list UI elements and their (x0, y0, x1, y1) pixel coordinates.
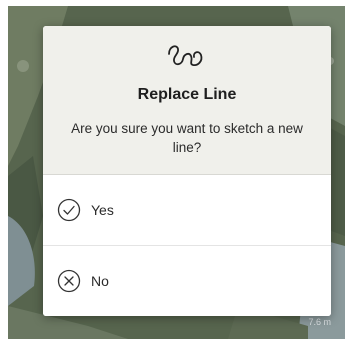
dialog-header: Replace Line Are you sure you want to sk… (43, 26, 331, 175)
map-view[interactable]: 7.6 m Replace Line Are you sure you want… (8, 6, 345, 339)
no-label: No (91, 273, 109, 289)
replace-line-dialog: Replace Line Are you sure you want to sk… (43, 26, 331, 316)
check-circle-icon (57, 198, 81, 222)
no-option[interactable]: No (43, 245, 331, 316)
yes-label: Yes (91, 202, 114, 218)
map-scale-label: 7.6 m (308, 317, 331, 327)
yes-option[interactable]: Yes (43, 175, 331, 245)
dialog-title: Replace Line (137, 86, 237, 103)
sketch-squiggle-icon (168, 45, 203, 67)
x-circle-icon (57, 269, 81, 293)
dialog-message: Are you sure you want to sketch a new li… (71, 121, 303, 155)
